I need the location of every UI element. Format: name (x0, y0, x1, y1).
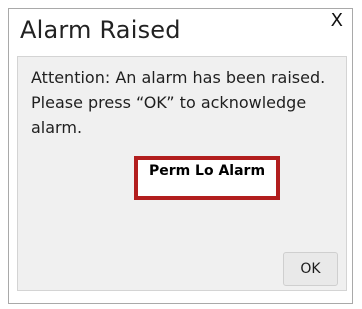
dialog-content: Attention: An alarm has been raised. Ple… (17, 56, 347, 291)
ok-button[interactable]: OK (283, 252, 338, 286)
dialog-title: Alarm Raised (20, 16, 181, 44)
close-button[interactable]: X (331, 11, 343, 31)
alarm-dialog: Alarm Raised X Attention: An alarm has b… (8, 8, 353, 304)
alarm-message: Attention: An alarm has been raised. Ple… (31, 68, 326, 137)
alarm-name: Perm Lo Alarm (148, 163, 266, 179)
alarm-name-box: Perm Lo Alarm (134, 156, 280, 200)
